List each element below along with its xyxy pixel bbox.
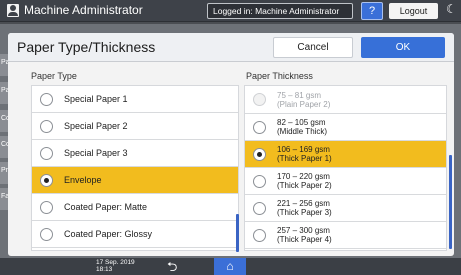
paper-thickness-option-disabled: 75 – 81 gsm (Plain Paper 2) [245, 86, 446, 114]
radio-button[interactable] [40, 227, 53, 241]
help-button[interactable]: ? [361, 2, 383, 20]
time: 18:13 [96, 266, 113, 273]
option-label: Special Paper 2 [64, 121, 128, 131]
option-label: Coated Paper: Glossy [64, 229, 153, 239]
back-icon[interactable]: ⮌ [167, 258, 177, 275]
thickness-range: 106 – 169 gsm [277, 145, 330, 154]
paper-type-option[interactable]: Special Paper 1 [32, 86, 238, 113]
paper-type-dialog: Paper Type/Thickness Cancel OK Paper Typ… [8, 33, 454, 256]
paper-type-option[interactable]: Special Paper 3 [32, 140, 238, 167]
dialog-header: Paper Type/Thickness Cancel OK [8, 33, 454, 62]
paper-thickness-option-selected[interactable]: 106 – 169 gsm (Thick Paper 1) [245, 141, 446, 168]
thickness-name: (Thick Paper 2) [277, 181, 332, 190]
home-icon: ⌂ [226, 259, 234, 273]
paper-type-option[interactable]: Coated Paper: Glossy [32, 221, 238, 248]
paper-thickness-option[interactable]: 221 – 256 gsm (Thick Paper 3) [245, 195, 446, 222]
paper-thickness-option[interactable]: 170 – 220 gsm (Thick Paper 2) [245, 168, 446, 195]
option-label: Special Paper 3 [64, 148, 128, 158]
thickness-name: (Thick Paper 4) [277, 235, 332, 244]
date-time: 17 Sep. 2019 18:13 [96, 259, 135, 273]
thickness-name: (Thick Paper 1) [277, 154, 332, 163]
user-title: Machine Administrator [24, 3, 143, 17]
energy-saver-icon[interactable]: ☾ [446, 2, 457, 16]
bottom-bar: 17 Sep. 2019 18:13 ⮌ ⌂ [0, 258, 461, 275]
thickness-name: (Plain Paper 2) [277, 99, 331, 109]
home-button[interactable]: ⌂ [214, 258, 246, 275]
paper-thickness-option[interactable]: 257 – 300 gsm (Thick Paper 4) [245, 222, 446, 249]
thickness-range: 221 – 256 gsm [277, 199, 330, 208]
radio-button[interactable] [40, 146, 53, 160]
thickness-range: 82 – 105 gsm [277, 118, 326, 127]
logout-button[interactable]: Logout [389, 3, 438, 19]
radio-button[interactable] [253, 228, 266, 242]
option-label: Coated Paper: Matte [64, 202, 148, 212]
paper-type-heading: Paper Type [31, 71, 77, 81]
radio-button[interactable] [253, 174, 266, 188]
login-status[interactable]: Logged in: Machine Administrator [207, 3, 353, 19]
top-bar: Machine Administrator Logged in: Machine… [0, 0, 461, 22]
radio-button[interactable] [253, 201, 266, 215]
radio-button [253, 93, 266, 106]
dialog-title: Paper Type/Thickness [17, 39, 156, 55]
thickness-range: 75 – 81 gsm [277, 90, 322, 100]
radio-button[interactable] [253, 120, 266, 134]
radio-button[interactable] [40, 92, 53, 106]
ok-button[interactable]: OK [361, 37, 445, 58]
user-icon [7, 4, 19, 17]
paper-thickness-list: 75 – 81 gsm (Plain Paper 2) 82 – 105 gsm… [244, 85, 447, 251]
paper-thickness-option[interactable]: 82 – 105 gsm (Middle Thick) [245, 114, 446, 141]
radio-button[interactable] [40, 200, 53, 214]
date: 17 Sep. 2019 [96, 259, 135, 266]
radio-button-selected[interactable] [253, 147, 266, 161]
paper-type-scrollbar[interactable] [236, 214, 239, 252]
cancel-button[interactable]: Cancel [273, 37, 353, 58]
paper-thickness-heading: Paper Thickness [246, 71, 313, 81]
thickness-range: 257 – 300 gsm [277, 226, 330, 235]
thickness-name: (Thick Paper 3) [277, 208, 332, 217]
thickness-range: 170 – 220 gsm [277, 172, 330, 181]
option-label: Envelope [64, 175, 102, 185]
thickness-name: (Middle Thick) [277, 127, 328, 136]
paper-type-list: Special Paper 1 Special Paper 2 Special … [31, 85, 239, 251]
paper-type-option[interactable]: Coated Paper: Matte [32, 194, 238, 221]
option-label: Special Paper 1 [64, 94, 128, 104]
radio-button[interactable] [40, 119, 53, 133]
paper-thickness-scrollbar[interactable] [449, 155, 452, 249]
radio-button-selected[interactable] [40, 173, 53, 187]
paper-type-option[interactable]: Special Paper 2 [32, 113, 238, 140]
paper-type-option-selected[interactable]: Envelope [32, 167, 238, 194]
